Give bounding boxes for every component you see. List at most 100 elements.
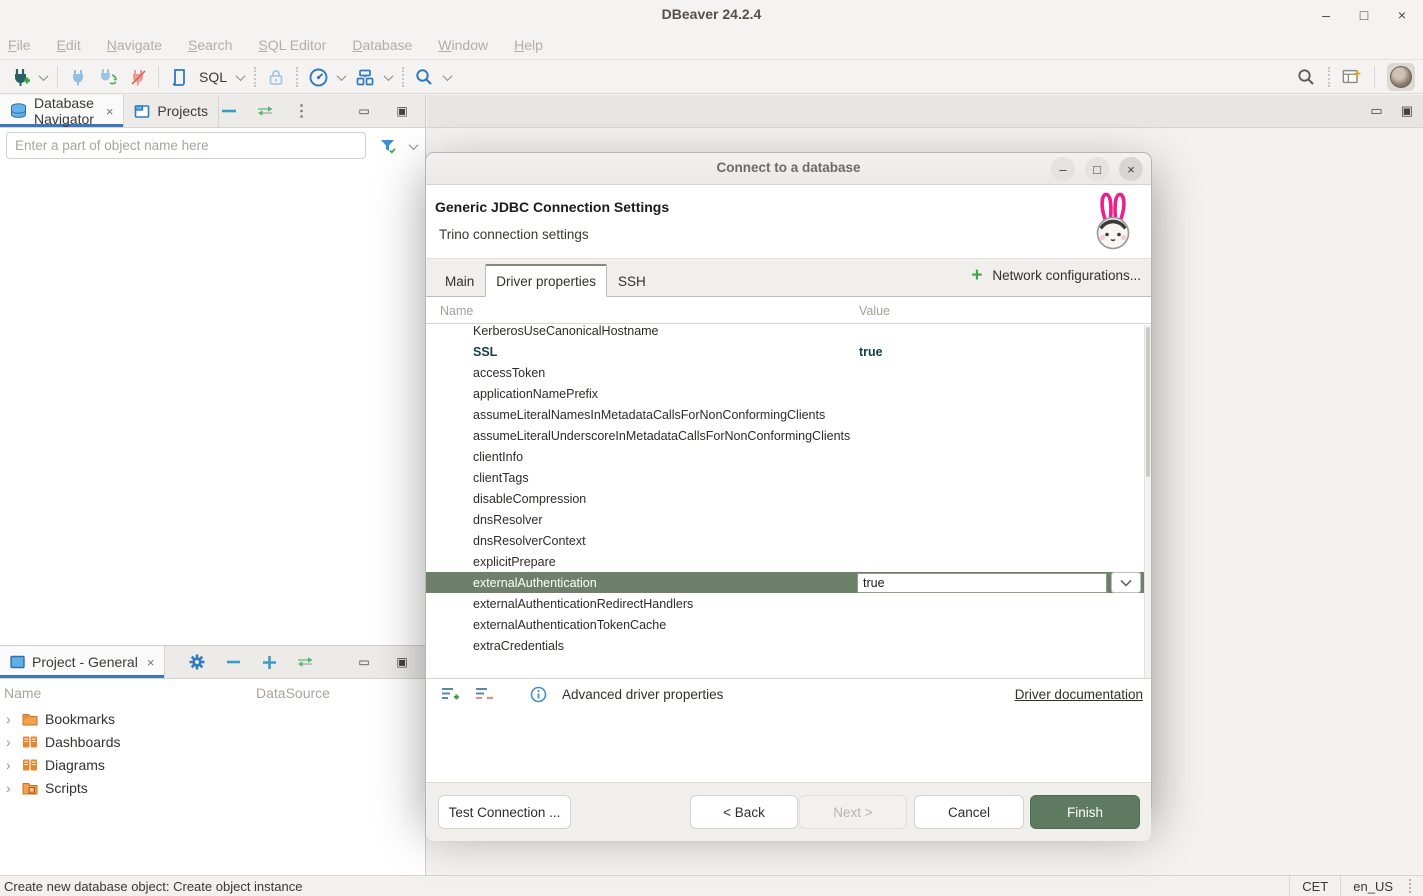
property-row-explicitprepare[interactable]: explicitPrepare	[426, 551, 1144, 572]
test-connection-button[interactable]: Test Connection ...	[438, 795, 571, 829]
property-row-kerberosusecanonicalhostname[interactable]: KerberosUseCanonicalHostname	[426, 325, 1144, 341]
property-row-dnsresolver[interactable]: dnsResolver	[426, 509, 1144, 530]
tree-item-diagrams[interactable]: ›Diagrams	[0, 753, 425, 776]
finish-button[interactable]: Finish	[1030, 795, 1140, 829]
connect-icon[interactable]	[68, 67, 88, 87]
property-row-accesstoken[interactable]: accessToken	[426, 362, 1144, 383]
property-row-applicationnameprefix[interactable]: applicationNamePrefix	[426, 383, 1144, 404]
property-row-assumeliteralunderscoreinmetadatacallsfornonconformingclients[interactable]: assumeLiteralUnderscoreInMetadataCallsFo…	[426, 425, 1144, 446]
property-row-extracredentials[interactable]: extraCredentials	[426, 635, 1144, 656]
property-row-clientinfo[interactable]: clientInfo	[426, 446, 1144, 467]
settings-gear-icon[interactable]	[187, 652, 207, 672]
table-scrollbar[interactable]	[1144, 325, 1151, 678]
window-maximize-icon[interactable]: □	[1353, 4, 1375, 26]
timezone-indicator[interactable]: CET	[1289, 876, 1340, 896]
user-avatar[interactable]	[1387, 63, 1415, 91]
cancel-button[interactable]: Cancel	[914, 795, 1024, 829]
dialog-tab-main[interactable]: Main	[434, 267, 485, 297]
filter-funnel-icon[interactable]	[378, 136, 398, 156]
column-header-name[interactable]: Name	[440, 304, 473, 318]
panel-minimize-icon[interactable]: ▭	[353, 651, 375, 673]
editor-minimize-icon[interactable]: ▭	[1370, 103, 1382, 119]
menu-item-search[interactable]: Search	[188, 37, 232, 53]
perspective-icon[interactable]	[1342, 67, 1362, 87]
expand-chevron-icon[interactable]: ›	[6, 757, 16, 773]
menu-item-window[interactable]: Window	[438, 37, 488, 53]
dialog-tab-ssh[interactable]: SSH	[607, 267, 657, 297]
tree-item-dashboards[interactable]: ›Dashboards	[0, 730, 425, 753]
search-objects-icon[interactable]	[414, 67, 434, 87]
next-button[interactable]: Next >	[799, 795, 907, 829]
new-connection-dropdown-icon[interactable]	[39, 71, 49, 81]
editor-maximize-icon[interactable]: ▣	[1401, 103, 1413, 119]
property-row-externalauthentication[interactable]: externalAuthentication	[426, 572, 1144, 593]
tab-project-general[interactable]: Project - General ×	[0, 646, 165, 678]
link-with-editor-icon[interactable]	[255, 101, 275, 121]
tab-projects[interactable]: Projects	[124, 95, 219, 127]
window-close-icon[interactable]: ×	[1391, 4, 1413, 26]
dashboard-dropdown-icon[interactable]	[337, 71, 347, 81]
link-editor-icon[interactable]	[295, 652, 315, 672]
dashboard-gauge-icon[interactable]	[308, 67, 328, 87]
view-menu-icon[interactable]	[291, 101, 311, 121]
menu-item-edit[interactable]: Edit	[57, 37, 81, 53]
property-row-clienttags[interactable]: clientTags	[426, 467, 1144, 488]
dialog-maximize-icon[interactable]: □	[1085, 157, 1109, 181]
panel-maximize-icon[interactable]: ▣	[391, 651, 413, 673]
dialog-titlebar[interactable]: Connect to a database – □ ×	[426, 153, 1151, 185]
dialog-minimize-icon[interactable]: –	[1051, 157, 1075, 181]
property-row-externalauthenticationtokencache[interactable]: externalAuthenticationTokenCache	[426, 614, 1144, 635]
menu-item-database[interactable]: Database	[352, 37, 412, 53]
tree-item-bookmarks[interactable]: ›Bookmarks	[0, 707, 425, 730]
property-row-assumeliteralnamesinmetadatacallsfornonconformingclients[interactable]: assumeLiteralNamesInMetadataCallsForNonC…	[426, 404, 1144, 425]
tab-database-navigator[interactable]: Database Navigator ×	[0, 95, 124, 127]
object-filter-input[interactable]	[6, 132, 366, 159]
reconnect-icon[interactable]	[98, 67, 118, 87]
panel-maximize-icon[interactable]: ▣	[391, 100, 413, 122]
filter-dropdown-icon[interactable]	[409, 140, 419, 150]
expand-all-icon[interactable]	[259, 652, 279, 672]
data-transfer-icon[interactable]	[355, 67, 375, 87]
data-transfer-dropdown-icon[interactable]	[384, 71, 394, 81]
sql-editor-icon[interactable]	[169, 67, 189, 87]
expand-chevron-icon[interactable]: ›	[6, 734, 16, 750]
dialog-tab-driver-properties[interactable]: Driver properties	[485, 264, 607, 297]
column-name[interactable]: Name	[0, 685, 256, 701]
expand-chevron-icon[interactable]: ›	[6, 780, 16, 796]
menu-item-navigate[interactable]: Navigate	[107, 37, 162, 53]
menu-item-file[interactable]: File	[8, 37, 31, 53]
collapse-all-icon[interactable]	[223, 652, 243, 672]
panel-minimize-icon[interactable]: ▭	[353, 100, 375, 122]
column-datasource[interactable]: DataSource	[256, 685, 330, 701]
locale-indicator[interactable]: en_US	[1340, 876, 1405, 896]
property-value-dropdown-button[interactable]	[1111, 572, 1141, 593]
tab-close-icon[interactable]: ×	[147, 655, 155, 670]
add-property-icon[interactable]	[440, 684, 460, 704]
menu-item-help[interactable]: Help	[514, 37, 543, 53]
collapse-all-icon[interactable]	[219, 101, 239, 121]
menu-item-sql-editor[interactable]: SQL Editor	[258, 37, 326, 53]
remove-property-icon[interactable]	[474, 684, 494, 704]
expand-chevron-icon[interactable]: ›	[6, 711, 16, 727]
property-row-ssl[interactable]: SSLtrue	[426, 341, 1144, 362]
search-objects-dropdown-icon[interactable]	[443, 71, 453, 81]
dialog-close-icon[interactable]: ×	[1119, 157, 1143, 181]
property-row-disablecompression[interactable]: disableCompression	[426, 488, 1144, 509]
tab-close-icon[interactable]: ×	[106, 104, 114, 119]
auto-commit-lock-icon[interactable]	[266, 67, 286, 87]
window-minimize-icon[interactable]: –	[1315, 4, 1337, 26]
scrollbar-thumb[interactable]	[1146, 327, 1150, 477]
property-value-input[interactable]	[857, 573, 1107, 593]
sql-editor-label[interactable]: SQL	[199, 69, 227, 85]
property-row-dnsresolvercontext[interactable]: dnsResolverContext	[426, 530, 1144, 551]
global-search-icon[interactable]	[1296, 67, 1316, 87]
back-button[interactable]: < Back	[690, 795, 798, 829]
property-row-externalauthenticationredirecthandlers[interactable]: externalAuthenticationRedirectHandlers	[426, 593, 1144, 614]
column-header-value[interactable]: Value	[859, 304, 890, 318]
new-connection-icon[interactable]	[10, 67, 30, 87]
tree-item-scripts[interactable]: ›Scripts	[0, 776, 425, 799]
disconnect-icon[interactable]	[128, 67, 148, 87]
driver-documentation-link[interactable]: Driver documentation	[1015, 687, 1143, 702]
sql-editor-dropdown-icon[interactable]	[236, 71, 246, 81]
network-configurations-button[interactable]: + Network configurations...	[971, 268, 1141, 283]
